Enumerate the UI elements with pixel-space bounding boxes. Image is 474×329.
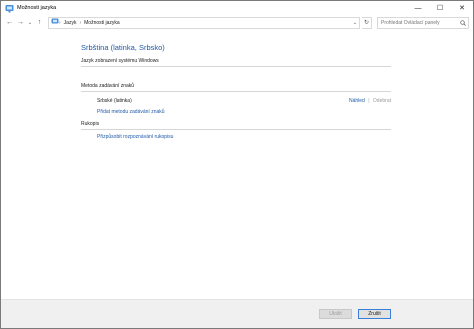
main-content: Srbština (latinka, Srbsko) Jazyk zobraze… xyxy=(81,43,391,140)
input-method-row: Srbské (latinka) Náhled | Odebrat xyxy=(81,98,391,108)
address-control-panel-icon xyxy=(51,18,59,27)
forward-button[interactable]: → xyxy=(16,18,25,28)
search-box[interactable]: Prohledat Ovládací panely xyxy=(377,16,469,29)
divider xyxy=(81,129,391,130)
input-method-name: Srbské (latinka) xyxy=(97,98,132,104)
window-title: Možnosti jazyka xyxy=(17,5,57,11)
action-separator: | xyxy=(368,98,370,104)
language-options-window: Možnosti jazyka — ☐ ✕ ← → ⌄ ↑ › Jazyk › … xyxy=(0,0,474,329)
preview-link[interactable]: Náhled xyxy=(349,98,365,104)
divider xyxy=(81,91,391,92)
recent-locations-button[interactable]: ⌄ xyxy=(27,18,33,28)
breadcrumb-item-language[interactable]: Jazyk xyxy=(64,20,77,26)
cancel-button[interactable]: Zrušit xyxy=(358,309,391,319)
refresh-button[interactable]: ↻ xyxy=(362,16,372,29)
breadcrumb-separator: › xyxy=(59,19,61,26)
input-method-heading: Metoda zadávání znaků xyxy=(81,83,135,89)
title-bar: Možnosti jazyka — ☐ ✕ xyxy=(1,1,473,15)
divider xyxy=(81,66,391,67)
search-input[interactable]: Prohledat Ovládací panely xyxy=(378,20,458,26)
breadcrumb-separator: › xyxy=(79,19,82,26)
language-title: Srbština (latinka, Srbsko) xyxy=(81,43,165,52)
maximize-button[interactable]: ☐ xyxy=(429,1,451,15)
address-dropdown-icon[interactable]: ⌄ xyxy=(351,20,359,26)
customize-handwriting-link[interactable]: Přizpůsobit rozpoznávání rukopisu xyxy=(97,134,391,140)
address-row: ← → ⌄ ↑ › Jazyk › Možnosti jazyka ⌄ ↻ Pr… xyxy=(1,15,473,30)
search-icon[interactable] xyxy=(458,19,468,26)
address-bar[interactable]: › Jazyk › Možnosti jazyka ⌄ xyxy=(48,16,360,29)
add-input-method-link[interactable]: Přidat metodu zadávání znaků xyxy=(97,109,391,115)
minimize-button[interactable]: — xyxy=(407,1,429,15)
breadcrumb-item-language-options[interactable]: Možnosti jazyka xyxy=(84,20,120,26)
close-button[interactable]: ✕ xyxy=(451,1,473,15)
back-button[interactable]: ← xyxy=(5,18,14,28)
input-method-actions: Náhled | Odebrat xyxy=(349,98,391,104)
footer-bar: Uložit Zrušit xyxy=(1,299,473,328)
handwriting-heading: Rukopis xyxy=(81,121,100,127)
control-panel-icon xyxy=(5,4,14,13)
save-button: Uložit xyxy=(319,309,352,319)
remove-link-disabled: Odebrat xyxy=(372,98,391,104)
up-button[interactable]: ↑ xyxy=(35,18,44,28)
display-language-label: Jazyk zobrazení systému Windows xyxy=(81,58,159,64)
